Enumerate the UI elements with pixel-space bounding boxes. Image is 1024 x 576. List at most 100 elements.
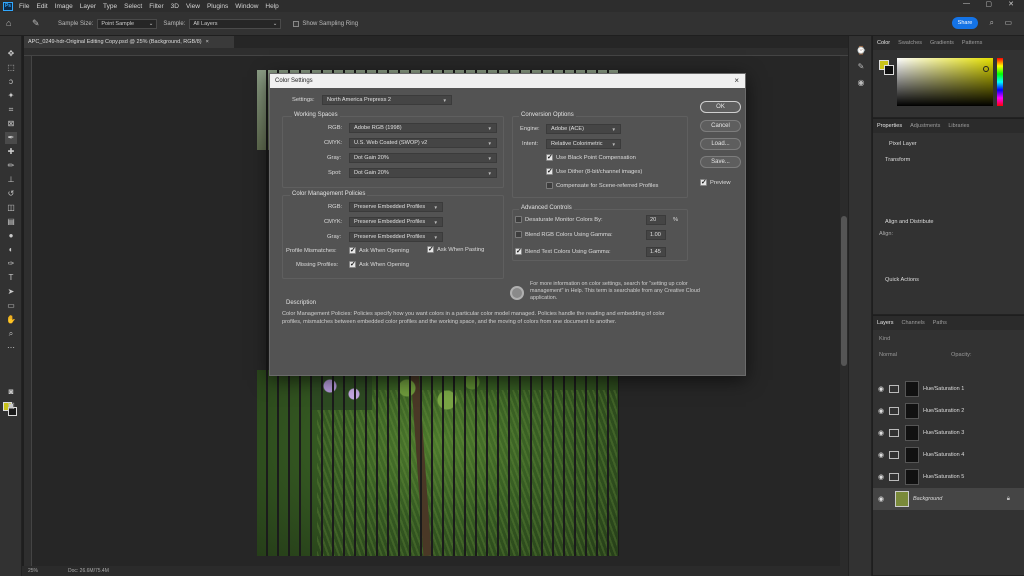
engine-select[interactable]: Adobe (ACE) ▼ bbox=[546, 124, 621, 134]
crop-tool-icon[interactable]: ⌗ bbox=[5, 104, 17, 116]
blend-text-input[interactable]: 1.45 bbox=[646, 247, 666, 257]
share-button[interactable]: Share bbox=[952, 17, 978, 29]
brush-tool-icon[interactable]: ✏ bbox=[5, 160, 17, 172]
load-button[interactable]: Load... bbox=[700, 138, 741, 150]
black-point-checkbox[interactable] bbox=[546, 153, 553, 161]
missing-ask-opening-checkbox[interactable] bbox=[349, 260, 356, 268]
character-icon[interactable]: ◉ bbox=[855, 78, 867, 88]
color-picker-handle[interactable] bbox=[983, 66, 989, 72]
home-icon[interactable]: ⌂ bbox=[6, 18, 18, 30]
desaturate-checkbox[interactable] bbox=[515, 216, 522, 223]
policy-rgb-select[interactable]: Preserve Embedded Profiles ▼ bbox=[349, 202, 443, 212]
gradient-tool-icon[interactable]: ▤ bbox=[5, 216, 17, 228]
settings-select[interactable]: North America Prepress 2 ▼ bbox=[322, 95, 452, 105]
layer-row[interactable]: ◉ Hue/Saturation 3 bbox=[873, 422, 1024, 444]
layer-row-background[interactable]: ◉ Background 🔒︎ bbox=[873, 488, 1024, 510]
path-select-icon[interactable]: ➤ bbox=[5, 286, 17, 298]
eye-icon[interactable]: ◉ bbox=[873, 385, 889, 393]
screen-mode-icon[interactable]: ▣ bbox=[5, 400, 17, 412]
menu-layer[interactable]: Layer bbox=[80, 3, 96, 10]
policy-gray-select[interactable]: Preserve Embedded Profiles ▼ bbox=[349, 232, 443, 242]
type-tool-icon[interactable]: T bbox=[5, 272, 17, 284]
menu-plugins[interactable]: Plugins bbox=[207, 3, 228, 10]
shape-tool-icon[interactable]: ▭ bbox=[5, 300, 17, 312]
layer-row[interactable]: ◉ Hue/Saturation 2 bbox=[873, 400, 1024, 422]
policy-cmyk-select[interactable]: Preserve Embedded Profiles ▼ bbox=[349, 217, 443, 227]
tab-paths[interactable]: Paths bbox=[929, 320, 951, 326]
eye-icon[interactable]: ◉ bbox=[873, 429, 889, 437]
menu-edit[interactable]: Edit bbox=[36, 3, 47, 10]
eye-icon[interactable]: ◉ bbox=[873, 495, 889, 503]
color-picker-field[interactable] bbox=[897, 58, 993, 106]
zoom-tool-icon[interactable]: ⌕ bbox=[5, 328, 17, 340]
tab-color[interactable]: Color bbox=[873, 40, 894, 46]
dither-checkbox[interactable] bbox=[546, 167, 553, 175]
layer-row[interactable]: ◉ Hue/Saturation 5 bbox=[873, 466, 1024, 488]
document-tab[interactable]: APC_0249-hdr-Original Editing Copy.psd @… bbox=[24, 36, 234, 48]
ask-when-pasting-checkbox[interactable] bbox=[427, 245, 434, 253]
layer-row[interactable]: ◉ Hue/Saturation 1 bbox=[873, 378, 1024, 400]
dodge-tool-icon[interactable]: ◐ bbox=[5, 244, 17, 256]
frame-tool-icon[interactable]: ⊠ bbox=[5, 118, 17, 130]
desaturate-input[interactable]: 20 bbox=[646, 215, 666, 225]
history-icon[interactable]: ⌚ bbox=[855, 46, 867, 56]
align-section[interactable]: Align and Distribute bbox=[885, 219, 934, 225]
history-brush-icon[interactable]: ↺ bbox=[5, 188, 17, 200]
close-window-icon[interactable]: ✕ bbox=[1008, 0, 1014, 8]
menu-select[interactable]: Select bbox=[124, 3, 142, 10]
menu-filter[interactable]: Filter bbox=[149, 3, 163, 10]
healing-tool-icon[interactable]: ✚ bbox=[5, 146, 17, 158]
marquee-tool-icon[interactable]: ⬚ bbox=[5, 62, 17, 74]
tab-channels[interactable]: Channels bbox=[898, 320, 929, 326]
menu-view[interactable]: View bbox=[186, 3, 200, 10]
menu-window[interactable]: Window bbox=[235, 3, 258, 10]
blend-rgb-checkbox[interactable] bbox=[515, 231, 522, 238]
quick-mask-icon[interactable]: ◙ bbox=[5, 386, 17, 398]
zoom-level[interactable]: 25% bbox=[28, 568, 38, 574]
close-tab-icon[interactable]: × bbox=[206, 39, 209, 45]
workspace-icon[interactable]: ▭ bbox=[1004, 18, 1012, 27]
layer-kind-filter[interactable]: Kind bbox=[879, 336, 890, 342]
quick-actions-section[interactable]: Quick Actions bbox=[885, 277, 919, 283]
tab-gradients[interactable]: Gradients bbox=[926, 40, 958, 46]
transform-section[interactable]: Transform bbox=[885, 157, 910, 163]
ask-when-opening-checkbox[interactable] bbox=[349, 246, 356, 254]
menu-image[interactable]: Image bbox=[55, 3, 73, 10]
hue-slider[interactable] bbox=[997, 58, 1003, 106]
eye-icon[interactable]: ◉ bbox=[873, 407, 889, 415]
more-tools-icon[interactable]: ⋯ bbox=[5, 342, 17, 354]
tab-patterns[interactable]: Patterns bbox=[958, 40, 986, 46]
eraser-tool-icon[interactable]: ◫ bbox=[5, 202, 17, 214]
intent-select[interactable]: Relative Colorimetric ▼ bbox=[546, 139, 621, 149]
sample-size-select[interactable]: Point Sample ⌄ bbox=[97, 18, 158, 29]
blur-tool-icon[interactable]: ● bbox=[5, 230, 17, 242]
brush-settings-icon[interactable]: ✎ bbox=[855, 62, 867, 72]
close-icon[interactable]: × bbox=[734, 76, 739, 85]
preview-checkbox[interactable] bbox=[700, 178, 707, 186]
layer-row[interactable]: ◉ Hue/Saturation 4 bbox=[873, 444, 1024, 466]
blend-rgb-input[interactable]: 1.00 bbox=[646, 230, 666, 240]
sample-select[interactable]: All Layers ⌄ bbox=[189, 18, 282, 29]
ws-rgb-select[interactable]: Adobe RGB (1998) ▼ bbox=[349, 123, 497, 133]
tab-libraries[interactable]: Libraries bbox=[944, 123, 973, 129]
cancel-button[interactable]: Cancel bbox=[700, 120, 741, 132]
menu-type[interactable]: Type bbox=[103, 3, 117, 10]
minimize-icon[interactable]: — bbox=[963, 0, 970, 7]
show-sampling-ring-checkbox[interactable] bbox=[293, 20, 300, 27]
tab-layers[interactable]: Layers bbox=[873, 320, 898, 326]
blend-mode-select[interactable]: Normal bbox=[879, 352, 897, 358]
menu-3d[interactable]: 3D bbox=[171, 3, 179, 10]
eyedropper-tool-icon[interactable]: ✎ bbox=[32, 18, 44, 30]
eye-icon[interactable]: ◉ bbox=[873, 451, 889, 459]
menu-file[interactable]: File bbox=[19, 3, 29, 10]
move-tool-icon[interactable]: ✥ bbox=[5, 48, 17, 60]
hand-tool-icon[interactable]: ✋ bbox=[5, 314, 17, 326]
background-color-swatch[interactable] bbox=[884, 65, 894, 75]
ok-button[interactable]: OK bbox=[700, 101, 741, 113]
maximize-icon[interactable]: ▢ bbox=[985, 0, 992, 8]
eye-icon[interactable]: ◉ bbox=[873, 473, 889, 481]
tab-properties[interactable]: Properties bbox=[873, 123, 906, 129]
tab-adjustments[interactable]: Adjustments bbox=[906, 123, 944, 129]
scene-referred-checkbox[interactable] bbox=[546, 182, 553, 189]
vertical-scrollbar[interactable] bbox=[840, 56, 848, 566]
